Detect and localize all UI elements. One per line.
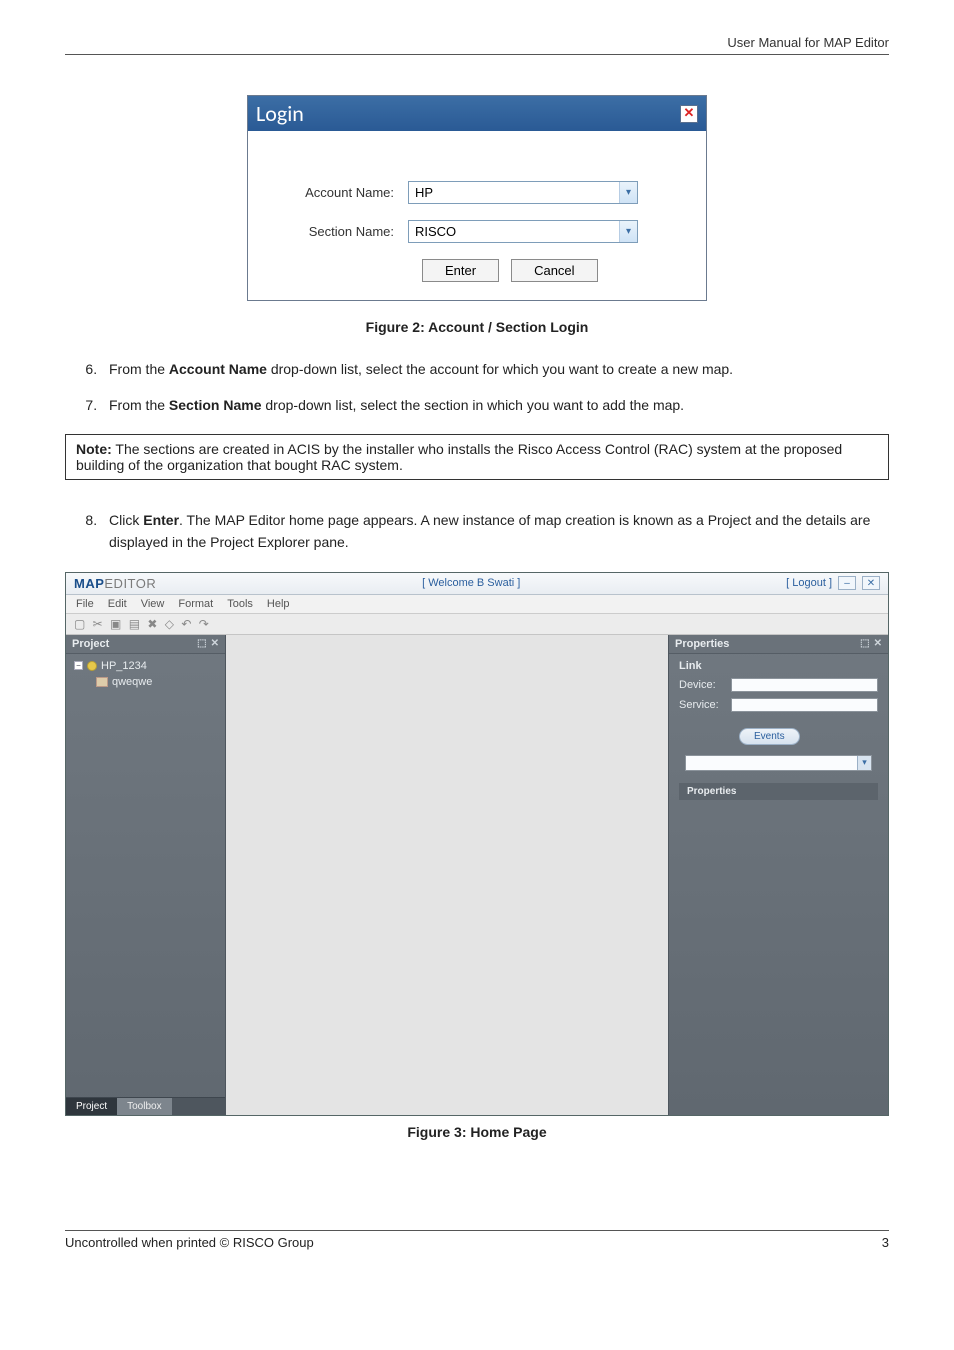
service-label: Service: xyxy=(679,699,725,711)
login-titlebar: Login ✕ xyxy=(248,96,706,131)
menu-edit[interactable]: Edit xyxy=(108,598,127,610)
menu-tools[interactable]: Tools xyxy=(227,598,253,610)
project-panel: Project ⬚ ✕ − HP_1234 qweqwe Project xyxy=(66,635,226,1115)
device-label: Device: xyxy=(679,679,725,691)
tree-child[interactable]: qweqwe xyxy=(96,676,217,688)
close-icon[interactable]: ✕ xyxy=(680,105,698,123)
menu-view[interactable]: View xyxy=(141,598,165,610)
note-label: Note: xyxy=(76,441,112,457)
step-8: Click Enter. The MAP Editor home page ap… xyxy=(101,510,889,553)
footer-page-number: 3 xyxy=(882,1235,889,1250)
welcome-text: [ Welcome B Swati ] xyxy=(156,577,786,589)
properties-panel: Properties ⬚ ✕ Link Device: Service: Even… xyxy=(668,635,888,1115)
pin-icon[interactable]: ⬚ xyxy=(860,638,869,649)
account-name-label: Account Name: xyxy=(278,185,408,200)
section-name-combo[interactable]: ▾ xyxy=(408,220,638,243)
map-icon xyxy=(96,677,108,687)
menu-file[interactable]: File xyxy=(76,598,94,610)
account-name-input[interactable] xyxy=(409,182,619,203)
project-panel-title: Project xyxy=(72,638,109,650)
figure-3-caption: Figure 3: Home Page xyxy=(65,1124,889,1140)
figure-2-caption: Figure 2: Account / Section Login xyxy=(65,319,889,335)
service-input[interactable] xyxy=(731,698,878,712)
chevron-down-icon[interactable]: ▾ xyxy=(619,182,637,203)
cancel-button[interactable]: Cancel xyxy=(511,259,597,282)
page-footer: Uncontrolled when printed © RISCO Group … xyxy=(65,1230,889,1250)
page-header: User Manual for MAP Editor xyxy=(65,35,889,55)
tab-project[interactable]: Project xyxy=(66,1098,117,1115)
note-box: Note: The sections are created in ACIS b… xyxy=(65,434,889,480)
tab-toolbox[interactable]: Toolbox xyxy=(117,1098,171,1115)
canvas-area[interactable] xyxy=(226,635,668,1115)
instruction-list-2: Click Enter. The MAP Editor home page ap… xyxy=(65,510,889,553)
chevron-down-icon[interactable]: ▾ xyxy=(619,221,637,242)
menu-format[interactable]: Format xyxy=(178,598,213,610)
instruction-list: From the Account Name drop-down list, se… xyxy=(65,359,889,416)
project-tree: − HP_1234 qweqwe xyxy=(66,654,225,1097)
chevron-down-icon[interactable]: ▾ xyxy=(857,756,871,770)
enter-button[interactable]: Enter xyxy=(422,259,499,282)
link-label: Link xyxy=(679,660,878,672)
step-7: From the Section Name drop-down list, se… xyxy=(101,395,889,417)
project-icon xyxy=(87,661,97,671)
mapeditor-window: MAPEDITOR [ Welcome B Swati ] [ Logout ]… xyxy=(65,572,889,1116)
events-button[interactable]: Events xyxy=(739,728,800,745)
login-dialog: Login ✕ Account Name: ▾ Section Name: ▾ … xyxy=(247,95,707,301)
footer-left: Uncontrolled when printed © RISCO Group xyxy=(65,1235,314,1250)
minimize-icon[interactable]: – xyxy=(838,576,856,590)
app-menubar: File Edit View Format Tools Help xyxy=(66,595,888,614)
section-name-label: Section Name: xyxy=(278,224,408,239)
close-panel-icon[interactable]: ✕ xyxy=(874,638,882,649)
app-logo: MAPEDITOR xyxy=(74,576,156,591)
app-titlebar: MAPEDITOR [ Welcome B Swati ] [ Logout ]… xyxy=(66,573,888,595)
properties-subheader: Properties xyxy=(679,783,878,800)
app-toolbar: ▢ ✂ ▣ ▤ ✖ ◇ ↶ ↷ xyxy=(66,614,888,635)
step-6: From the Account Name drop-down list, se… xyxy=(101,359,889,381)
expand-icon[interactable]: − xyxy=(74,661,83,670)
menu-help[interactable]: Help xyxy=(267,598,290,610)
tree-child-label: qweqwe xyxy=(112,676,152,688)
logout-link[interactable]: [ Logout ] xyxy=(786,577,832,589)
properties-panel-title: Properties xyxy=(675,638,729,650)
tree-root[interactable]: − HP_1234 xyxy=(74,660,217,672)
close-panel-icon[interactable]: ✕ xyxy=(211,638,219,649)
close-icon[interactable]: ✕ xyxy=(862,576,880,590)
device-input[interactable] xyxy=(731,678,878,692)
pin-icon[interactable]: ⬚ xyxy=(197,638,206,649)
section-name-input[interactable] xyxy=(409,221,619,242)
tree-root-label: HP_1234 xyxy=(101,660,147,672)
note-text: The sections are created in ACIS by the … xyxy=(76,441,842,473)
events-combo[interactable]: ▾ xyxy=(685,755,872,771)
account-name-combo[interactable]: ▾ xyxy=(408,181,638,204)
login-title-text: Login xyxy=(256,100,304,127)
